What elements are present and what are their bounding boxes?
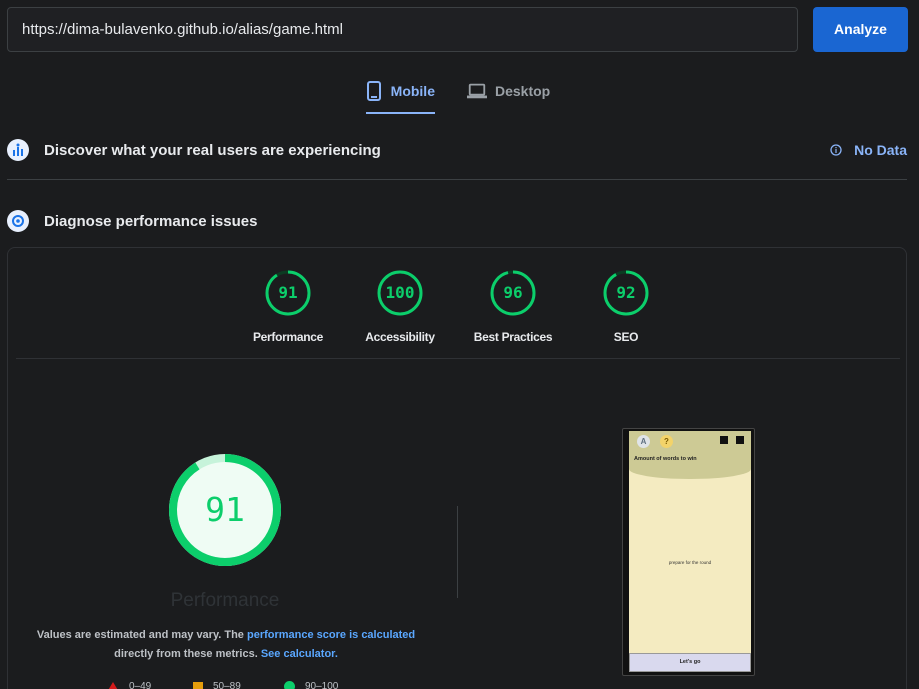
score-label: Best Practices [473, 330, 553, 344]
linkedin-icon [720, 436, 728, 444]
legend-fail: 0–49 [107, 681, 151, 689]
info-icon [830, 144, 842, 156]
screenshot-center-text: prepare for the round [668, 560, 712, 565]
tab-mobile-label: Mobile [390, 83, 435, 99]
score-calculated-link[interactable]: performance score is calculated [247, 629, 415, 641]
tab-mobile[interactable]: Mobile [366, 80, 435, 114]
legend-pass: 90–100 [284, 681, 338, 689]
analyze-button[interactable]: Analyze [813, 7, 908, 52]
score-value: 96 [503, 283, 523, 302]
diagnose-section: Diagnose performance issues [7, 206, 907, 236]
no-data-label: No Data [854, 142, 907, 158]
screenshot-help-icon: ? [660, 435, 673, 448]
note-text: Values are estimated and may vary. The [36, 629, 247, 641]
score-value: 91 [278, 283, 298, 302]
triangle-icon [107, 681, 119, 689]
section-divider [7, 179, 907, 180]
score-gauge: 91 [265, 270, 311, 316]
score-label: Accessibility [365, 330, 435, 344]
circle-icon [284, 681, 295, 689]
performance-gauge-value: 91 [205, 490, 245, 529]
diagnose-title: Diagnose performance issues [44, 212, 258, 230]
score-performance[interactable]: 91 Performance [233, 270, 343, 344]
laptop-icon [467, 80, 487, 102]
tab-desktop-label: Desktop [495, 83, 551, 99]
score-label: SEO [613, 330, 639, 344]
phone-icon [366, 80, 383, 102]
panel-divider [16, 358, 900, 359]
gauge-icon [7, 210, 29, 232]
score-gauge: 92 [603, 270, 649, 316]
see-calculator-link[interactable]: See calculator. [261, 648, 338, 660]
score-value: 100 [385, 283, 415, 302]
page-screenshot[interactable]: A ? Amount of words to win prepare for t… [622, 428, 755, 676]
score-accessibility[interactable]: 100 Accessibility [345, 270, 455, 344]
legend-average: 50–89 [193, 681, 241, 689]
url-input[interactable]: https://dima-bulavenko.github.io/alias/g… [7, 7, 798, 52]
field-data-title: Discover what your real users are experi… [44, 141, 381, 159]
tab-desktop[interactable]: Desktop [467, 80, 550, 114]
screenshot-button: Let's go [629, 653, 751, 672]
performance-gauge-label: Performance [170, 590, 280, 611]
vertical-divider [457, 506, 458, 598]
score-value: 92 [616, 283, 636, 302]
legend-range: 90–100 [305, 681, 339, 689]
score-gauge: 96 [490, 270, 536, 316]
screenshot-a-icon: A [637, 435, 650, 448]
legend-range: 0–49 [129, 681, 152, 689]
no-data-link[interactable]: No Data [830, 142, 907, 158]
note-text: directly from these metrics. [114, 648, 261, 660]
square-icon [193, 681, 203, 689]
estimate-note: Values are estimated and may vary. The p… [26, 626, 426, 664]
report-panel: 91 Performance 100 Accessibility 96 Best… [7, 247, 907, 689]
score-seo[interactable]: 92 SEO [571, 270, 681, 344]
legend-range: 50–89 [213, 681, 241, 689]
performance-gauge: 91 [168, 453, 282, 567]
score-gauge: 100 [377, 270, 423, 316]
users-chart-icon [7, 139, 29, 161]
score-label: Performance [252, 330, 324, 344]
github-icon [736, 436, 744, 444]
score-best-practices[interactable]: 96 Best Practices [458, 270, 568, 344]
screenshot-screen: A ? Amount of words to win prepare for t… [629, 431, 751, 672]
field-data-section: Discover what your real users are experi… [7, 135, 907, 165]
screenshot-title: Amount of words to win [634, 456, 697, 462]
